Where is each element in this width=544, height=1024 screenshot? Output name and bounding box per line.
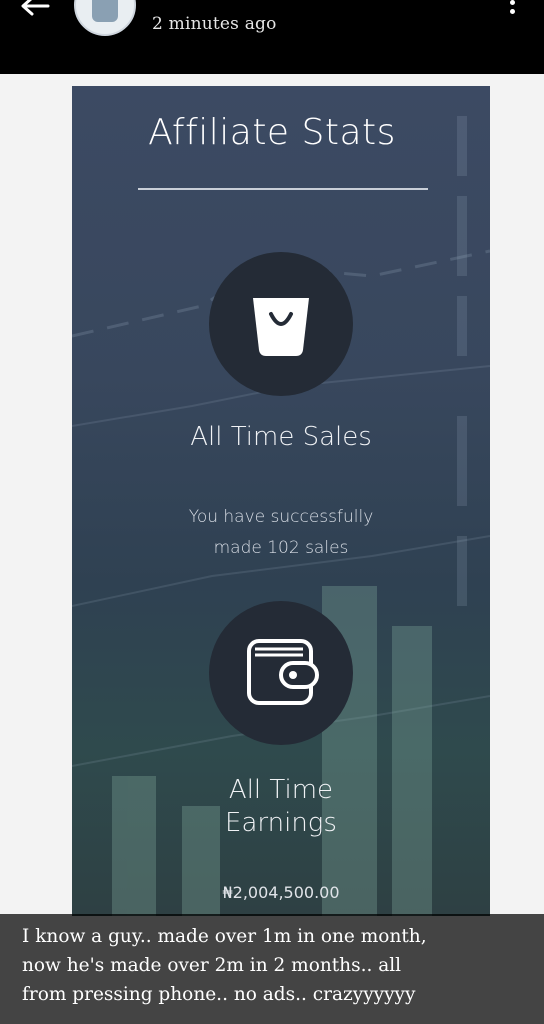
sales-description-line-1: You have successfully <box>188 507 374 527</box>
all-time-sales-label: All Time Sales <box>190 422 372 452</box>
earnings-icon-badge <box>209 601 353 745</box>
sales-description-line-2: made 102 sales <box>213 538 349 558</box>
earnings-label-line-1: All Time <box>228 775 334 805</box>
shopping-bag-icon <box>253 298 309 356</box>
caption-line-2: now he's made over 2m in 2 months.. all <box>22 955 402 976</box>
card-title: Affiliate Stats <box>148 112 396 153</box>
status-caption: I know a guy.. made over 1m in one month… <box>0 914 544 1024</box>
back-arrow-icon[interactable] <box>18 0 52 24</box>
status-header: 2 minutes ago <box>0 0 544 74</box>
more-vertical-icon[interactable] <box>508 0 518 18</box>
sales-icon-badge <box>209 252 353 396</box>
affiliate-stats-card: Affiliate Stats All Time Sales You have … <box>72 86 490 916</box>
caption-line-3: from pressing phone.. no ads.. crazyyyyy… <box>22 984 416 1005</box>
earnings-amount: ₦2,004,500.00 <box>222 883 340 902</box>
avatar[interactable] <box>74 0 136 36</box>
title-divider <box>138 188 428 190</box>
earnings-label-line-2: Earnings <box>225 808 337 838</box>
post-timestamp: 2 minutes ago <box>152 14 277 34</box>
all-time-earnings-label: All Time Earnings <box>72 774 490 840</box>
caption-line-1: I know a guy.. made over 1m in one month… <box>22 926 427 947</box>
sales-description: You have successfully made 102 sales <box>162 502 400 564</box>
wallet-icon <box>247 639 319 705</box>
